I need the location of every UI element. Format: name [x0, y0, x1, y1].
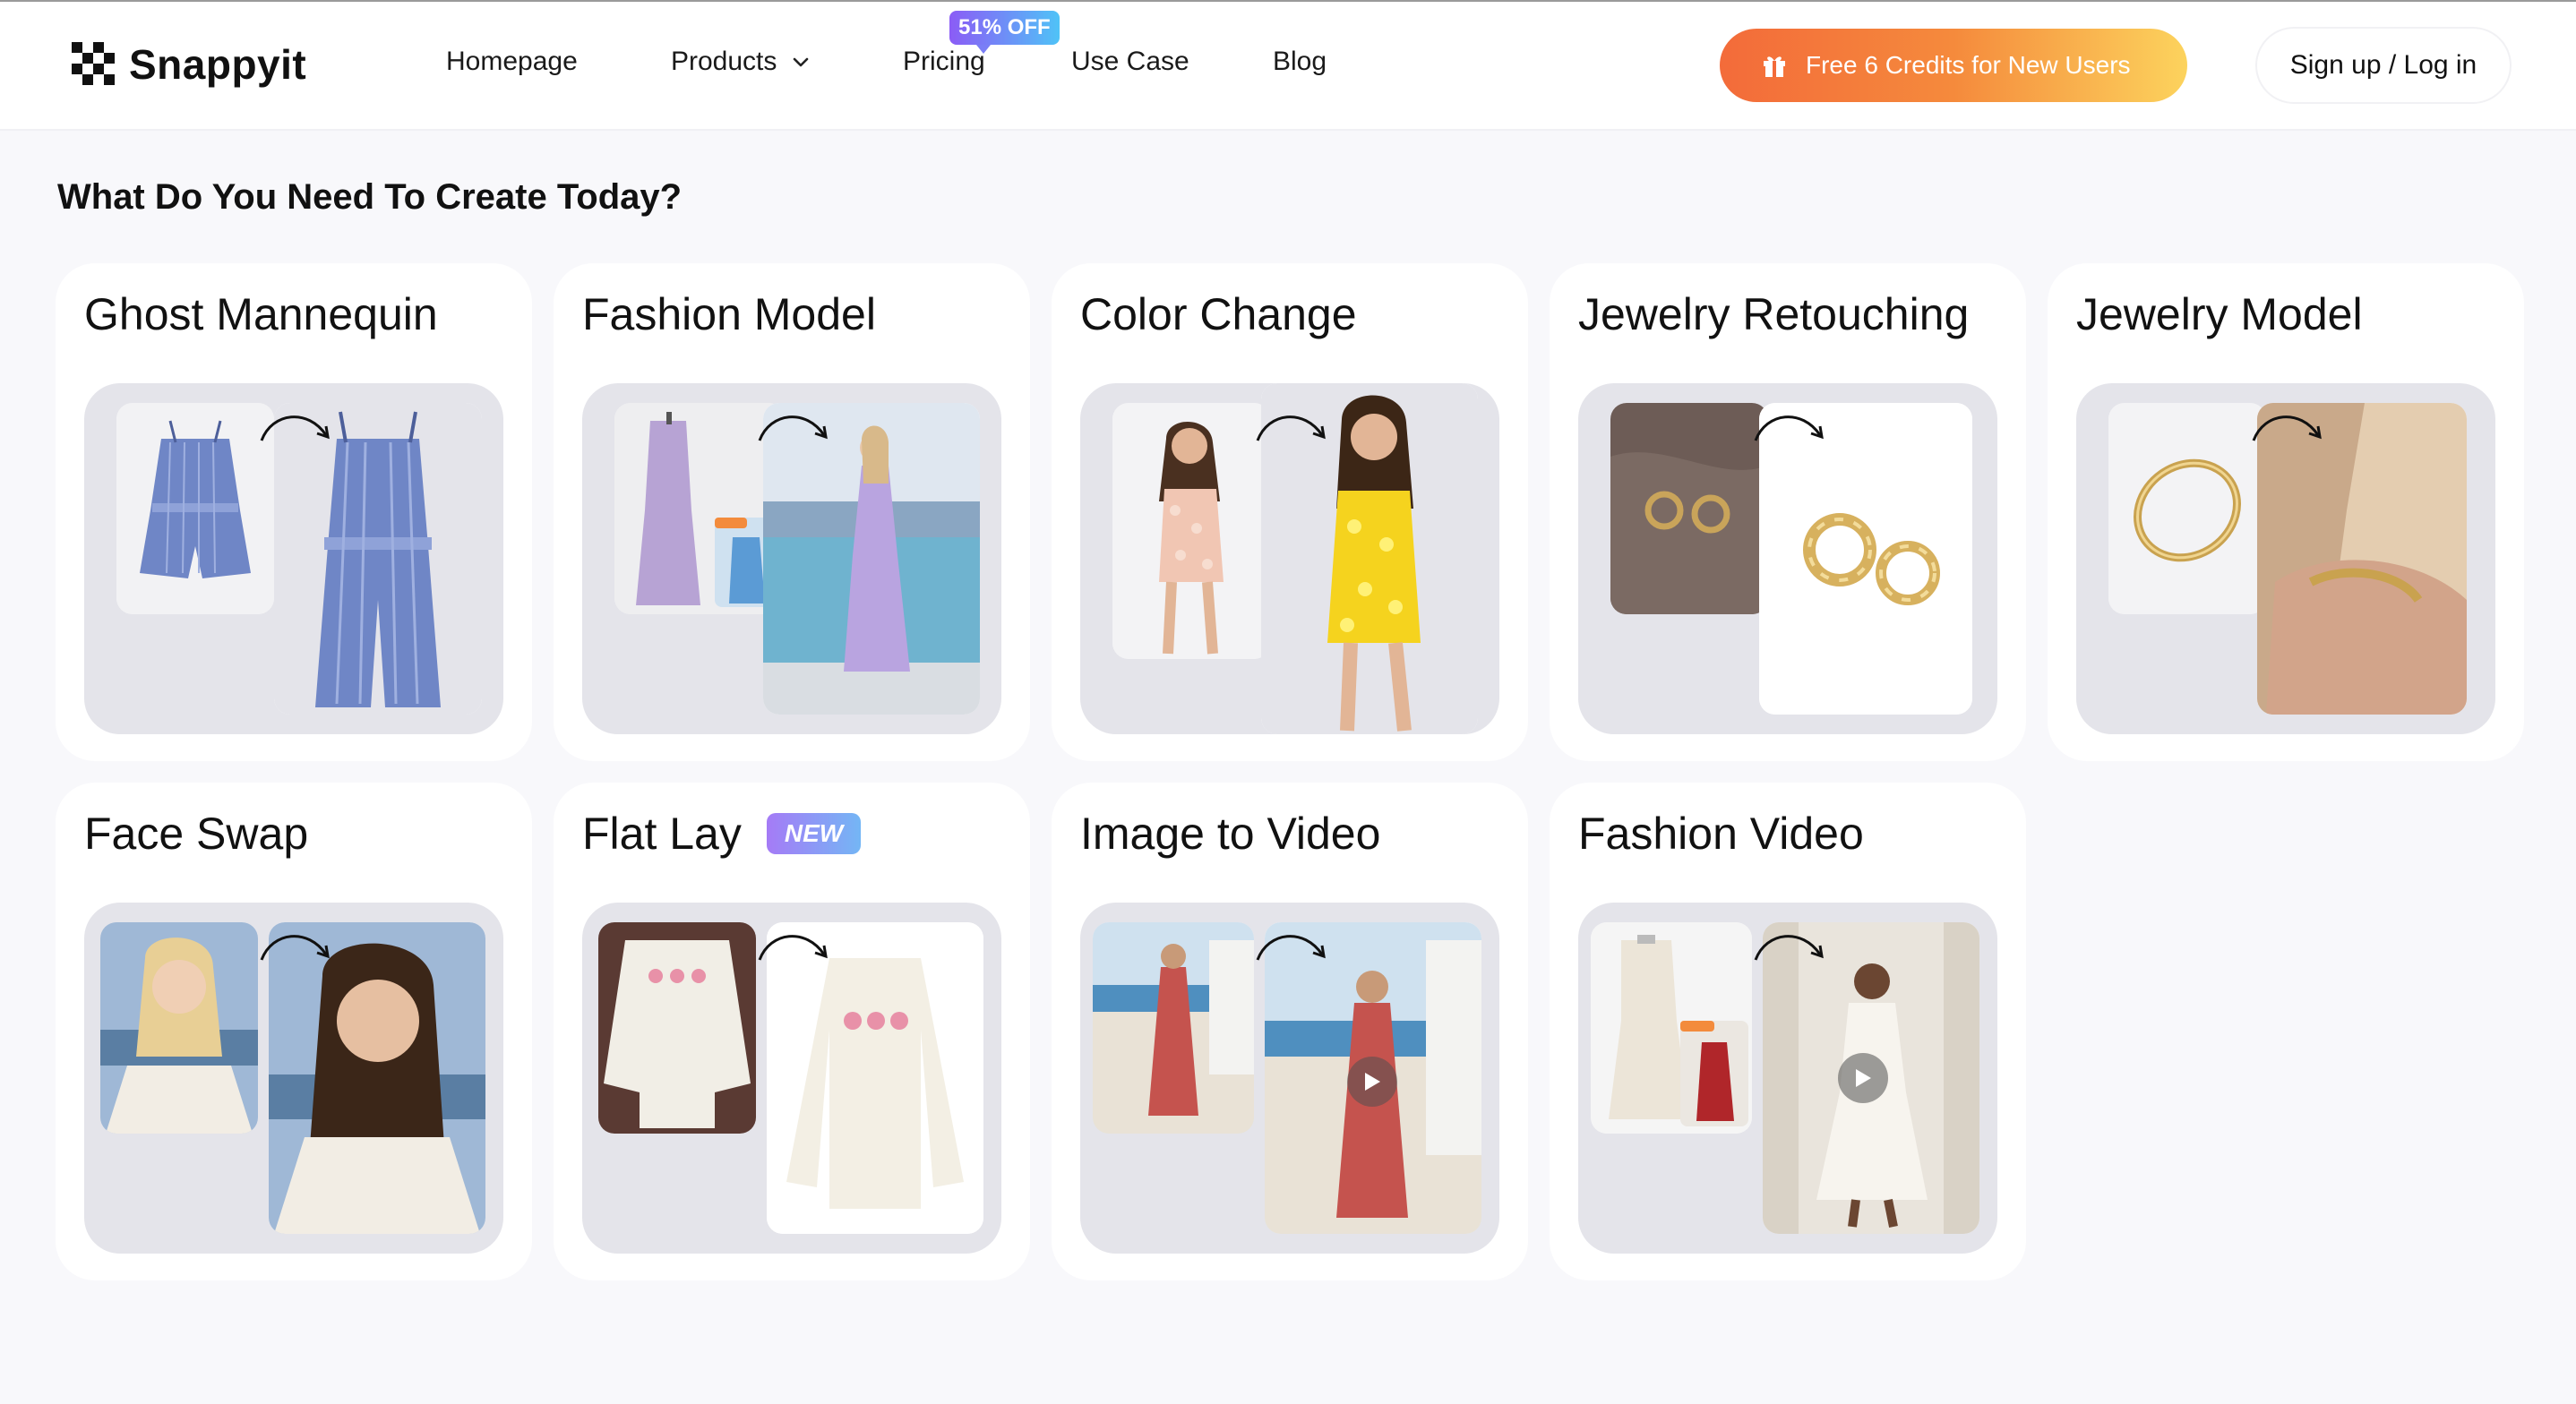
card-preview	[1578, 383, 1997, 734]
after-image	[767, 922, 983, 1234]
card-ghost-mannequin[interactable]: Ghost Mannequin	[56, 263, 532, 761]
card-title: Ghost Mannequin	[84, 289, 438, 339]
after-image	[763, 403, 980, 715]
after-image	[1763, 922, 1979, 1234]
card-jewelry-model[interactable]: Jewelry Model	[2048, 263, 2524, 761]
card-preview	[582, 383, 1001, 734]
card-preview	[1080, 383, 1499, 734]
arrow-icon	[1256, 415, 1326, 441]
before-image	[116, 403, 274, 614]
card-face-swap[interactable]: Face Swap	[56, 783, 532, 1280]
card-title: Jewelry Retouching	[1578, 289, 1970, 339]
arrow-icon	[1754, 935, 1824, 961]
card-preview	[84, 383, 503, 734]
card-image-to-video[interactable]: Image to Video	[1052, 783, 1528, 1280]
nav-products[interactable]: Products	[671, 47, 811, 77]
after-image	[2257, 403, 2467, 715]
card-title: Fashion Video	[1578, 809, 1864, 859]
nav-homepage-label: Homepage	[446, 47, 578, 76]
card-title: Jewelry Model	[2076, 289, 2363, 339]
card-preview	[582, 903, 1001, 1254]
nav-homepage[interactable]: Homepage	[446, 47, 578, 77]
arrow-icon	[1754, 415, 1824, 441]
card-jewelry-retouching[interactable]: Jewelry Retouching	[1550, 263, 2026, 761]
card-preview	[1578, 903, 1997, 1254]
card-title-text: Flat Lay	[582, 809, 742, 859]
nav-pricing[interactable]: Pricing	[903, 47, 985, 77]
nav-use-case[interactable]: Use Case	[1071, 47, 1189, 77]
brand-logo[interactable]: Snappyit	[72, 41, 306, 88]
arrow-icon	[758, 415, 828, 441]
before-image	[1591, 922, 1752, 1134]
card-fashion-video[interactable]: Fashion Video	[1550, 783, 2026, 1280]
card-preview	[2076, 383, 2495, 734]
gift-icon	[1764, 56, 1785, 77]
play-icon[interactable]	[1347, 1057, 1397, 1107]
arrow-icon	[758, 935, 828, 961]
after-image	[274, 403, 482, 715]
nav-products-label: Products	[671, 47, 777, 76]
card-title: Flat Lay NEW	[582, 808, 862, 860]
card-title: Fashion Model	[582, 289, 876, 339]
chevron-down-icon	[794, 57, 809, 67]
brand-name: Snappyit	[129, 41, 307, 88]
play-icon[interactable]	[1838, 1053, 1888, 1103]
card-title: Image to Video	[1080, 809, 1381, 859]
nav-pricing-label: Pricing	[903, 47, 985, 76]
arrow-icon	[260, 415, 330, 441]
arrow-icon	[260, 935, 330, 961]
after-image	[269, 922, 485, 1234]
new-badge: NEW	[766, 813, 862, 854]
before-image	[1112, 403, 1270, 659]
logo-icon	[72, 42, 115, 85]
after-image	[1265, 922, 1481, 1234]
nav-blog-label: Blog	[1273, 47, 1327, 76]
before-image	[1610, 403, 1768, 614]
card-title: Face Swap	[84, 809, 309, 859]
before-image	[100, 922, 258, 1134]
arrow-icon	[2252, 415, 2322, 441]
signup-login-label: Sign up / Log in	[2289, 50, 2477, 80]
card-color-change[interactable]: Color Change	[1052, 263, 1528, 761]
before-image	[1093, 922, 1254, 1134]
arrow-icon	[1256, 935, 1326, 961]
site-header: Snappyit Homepage Products Pricing 51% O…	[0, 2, 2576, 131]
card-preview	[1080, 903, 1499, 1254]
card-preview	[84, 903, 503, 1254]
before-image	[2108, 403, 2266, 614]
free-credits-label: Free 6 Credits for New Users	[1806, 51, 2131, 79]
signup-login-button[interactable]: Sign up / Log in	[2257, 29, 2510, 102]
card-fashion-model[interactable]: Fashion Model	[554, 263, 1030, 761]
card-title: Color Change	[1080, 289, 1357, 339]
card-flat-lay[interactable]: Flat Lay NEW	[554, 783, 1030, 1280]
nav-blog[interactable]: Blog	[1273, 47, 1327, 77]
nav-use-case-label: Use Case	[1071, 47, 1189, 76]
pricing-discount-badge: 51% OFF	[949, 11, 1060, 54]
free-credits-button[interactable]: Free 6 Credits for New Users	[1720, 29, 2187, 102]
section-title: What Do You Need To Create Today?	[57, 177, 683, 217]
before-image	[598, 922, 756, 1134]
after-image	[1759, 403, 1972, 715]
